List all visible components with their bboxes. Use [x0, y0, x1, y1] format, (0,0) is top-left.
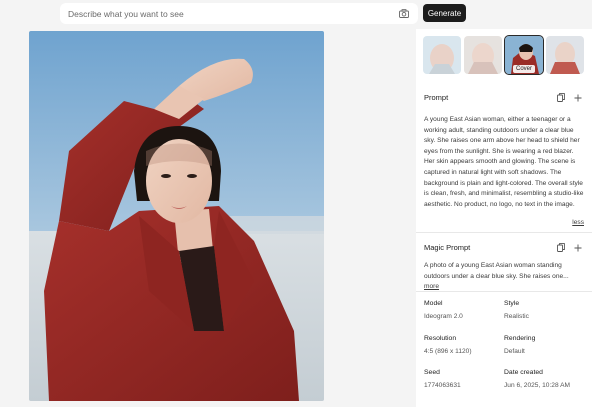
- search-bar[interactable]: [60, 3, 418, 24]
- meta-model: Model Ideogram 2.0: [424, 300, 463, 320]
- copy-icon[interactable]: [556, 93, 565, 102]
- thumbnail[interactable]: [464, 36, 502, 74]
- thumbnail[interactable]: [423, 36, 461, 74]
- prompt-text: A young East Asian woman, either a teena…: [424, 116, 584, 208]
- plus-icon[interactable]: [573, 93, 582, 102]
- thumbnail[interactable]: [546, 36, 584, 74]
- generated-image: [29, 31, 324, 401]
- thumbnail-selected[interactable]: Cover: [504, 35, 544, 75]
- cover-badge: Cover: [513, 65, 536, 73]
- divider: [416, 232, 592, 233]
- less-link[interactable]: less: [572, 219, 584, 226]
- thumbnail-strip: Cover: [416, 29, 592, 77]
- meta-rendering: Rendering Default: [504, 335, 536, 355]
- divider: [416, 291, 592, 292]
- details-panel: Cover Prompt A young East Asian woman, e…: [416, 29, 592, 407]
- meta-seed: Seed 1774063631: [424, 369, 461, 389]
- meta-date-created: Date created Jun 6, 2025, 10:28 AM: [504, 369, 570, 389]
- camera-icon[interactable]: [398, 8, 410, 20]
- magic-prompt-text: A photo of a young East Asian woman stan…: [424, 262, 569, 291]
- magic-prompt-section: Magic Prompt A photo of a young East Asi…: [416, 243, 592, 293]
- more-link[interactable]: more: [424, 283, 439, 290]
- generate-button[interactable]: Generate: [423, 4, 466, 22]
- plus-icon[interactable]: [573, 243, 582, 252]
- copy-icon[interactable]: [556, 243, 565, 252]
- search-input[interactable]: [68, 8, 398, 19]
- meta-resolution: Resolution 4:5 (896 x 1120): [424, 335, 472, 355]
- prompt-section: Prompt A young East Asian woman, either …: [416, 93, 592, 229]
- meta-style: Style Realistic: [504, 300, 529, 320]
